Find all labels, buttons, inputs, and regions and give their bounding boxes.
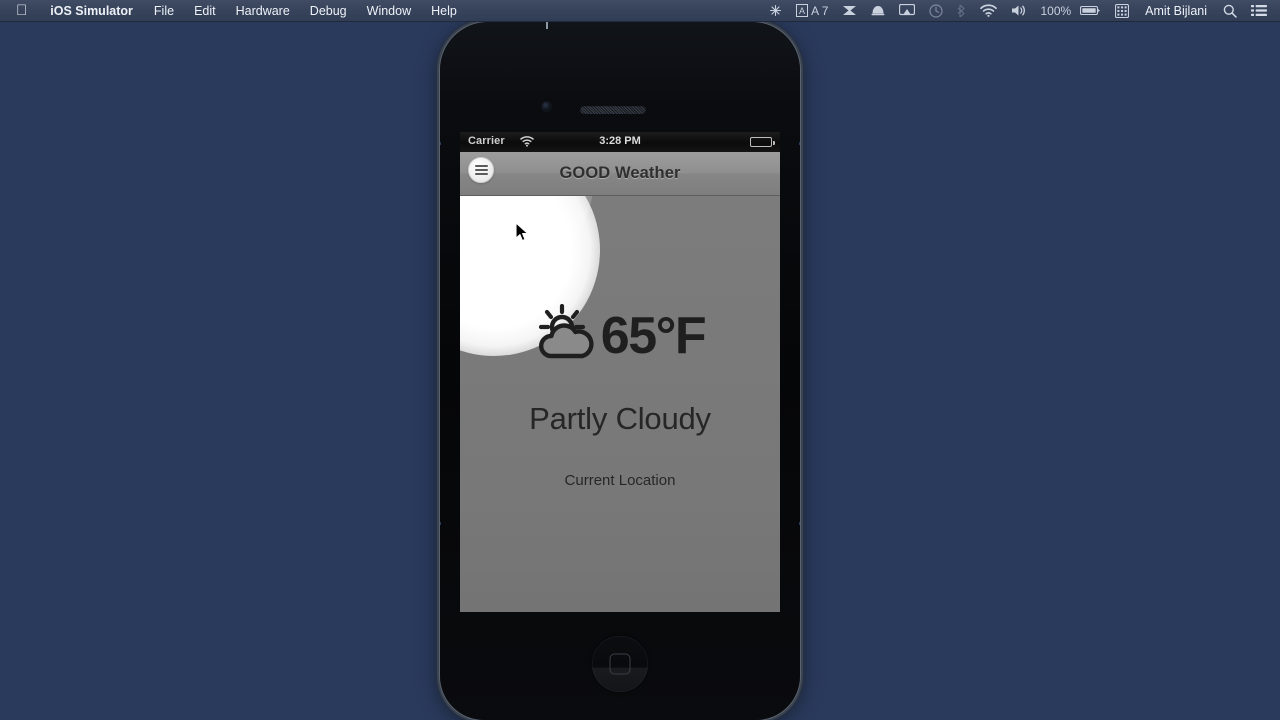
menu-bar-status-items: A A 7 100% Amit Bijlani bbox=[762, 0, 1280, 22]
search-icon[interactable] bbox=[1216, 4, 1244, 18]
svg-text:A: A bbox=[799, 6, 805, 16]
battery-icon[interactable] bbox=[1078, 4, 1108, 17]
notification-center-icon[interactable] bbox=[1244, 4, 1274, 17]
hamburger-bars bbox=[474, 165, 488, 175]
bluetooth-icon[interactable] bbox=[950, 4, 973, 18]
menu-hardware[interactable]: Hardware bbox=[226, 0, 300, 22]
menu-bar-app-menus:  iOS Simulator File Edit Hardware Debug… bbox=[0, 0, 467, 22]
home-button[interactable] bbox=[592, 636, 648, 692]
wifi-icon[interactable] bbox=[973, 4, 1004, 17]
earpiece-speaker bbox=[580, 105, 646, 114]
ios-simulator-window[interactable]: Carrier 3:28 PM GOOD Weather 65°F Partly… bbox=[440, 22, 800, 720]
front-camera bbox=[542, 102, 551, 111]
ios-clock-label: 3:28 PM bbox=[599, 135, 641, 147]
antenna-band-left-upper bbox=[440, 142, 441, 145]
user-name-label[interactable]: Amit Bijlani bbox=[1136, 0, 1216, 22]
sparkle-icon[interactable] bbox=[762, 4, 789, 17]
macos-menu-bar:  iOS Simulator File Edit Hardware Debug… bbox=[0, 0, 1280, 22]
partly-cloudy-icon bbox=[535, 303, 601, 367]
temperature-row: 65°F bbox=[460, 303, 780, 367]
menu-debug[interactable]: Debug bbox=[300, 0, 357, 22]
airplay-icon[interactable] bbox=[892, 4, 922, 17]
grid-icon[interactable] bbox=[1108, 3, 1136, 18]
menu-help[interactable]: Help bbox=[421, 0, 467, 22]
home-button-square-icon bbox=[609, 653, 631, 675]
device-screen[interactable]: Carrier 3:28 PM GOOD Weather 65°F Partly… bbox=[460, 132, 780, 612]
temperature-value: 65°F bbox=[600, 306, 707, 365]
ios-status-bar: Carrier 3:28 PM bbox=[460, 132, 780, 152]
antenna-band-right-lower bbox=[799, 522, 800, 525]
menu-ios-simulator[interactable]: iOS Simulator bbox=[39, 0, 144, 22]
location-label: Current Location bbox=[564, 472, 676, 489]
white-glow-overlay-secondary bbox=[460, 196, 594, 278]
antenna-band-left-lower bbox=[440, 522, 441, 525]
app-navigation-bar: GOOD Weather bbox=[460, 152, 780, 196]
input-source-label: A 7 bbox=[811, 3, 829, 18]
antenna-band-right-upper bbox=[799, 142, 800, 145]
ios-battery-icon bbox=[750, 137, 775, 147]
menu-window[interactable]: Window bbox=[357, 0, 421, 22]
weather-condition-label: Partly Cloudy bbox=[529, 401, 711, 436]
antenna-band-top bbox=[546, 22, 548, 29]
hamburger-menu-icon[interactable] bbox=[468, 157, 494, 183]
input-source-indicator[interactable]: A A 7 bbox=[789, 0, 835, 22]
weather-content-area: 65°F Partly Cloudy Current Location bbox=[460, 196, 780, 612]
volume-icon[interactable] bbox=[1004, 4, 1033, 17]
menu-edit[interactable]: Edit bbox=[184, 0, 226, 22]
page-title: GOOD Weather bbox=[559, 164, 681, 182]
bowtie-icon[interactable] bbox=[835, 4, 864, 17]
clock-icon[interactable] bbox=[922, 3, 950, 18]
bell-icon[interactable] bbox=[864, 4, 892, 17]
battery-percent-label[interactable]: 100% bbox=[1033, 0, 1078, 22]
apple-logo-icon[interactable]:  bbox=[0, 0, 39, 22]
menu-file[interactable]: File bbox=[144, 0, 184, 22]
